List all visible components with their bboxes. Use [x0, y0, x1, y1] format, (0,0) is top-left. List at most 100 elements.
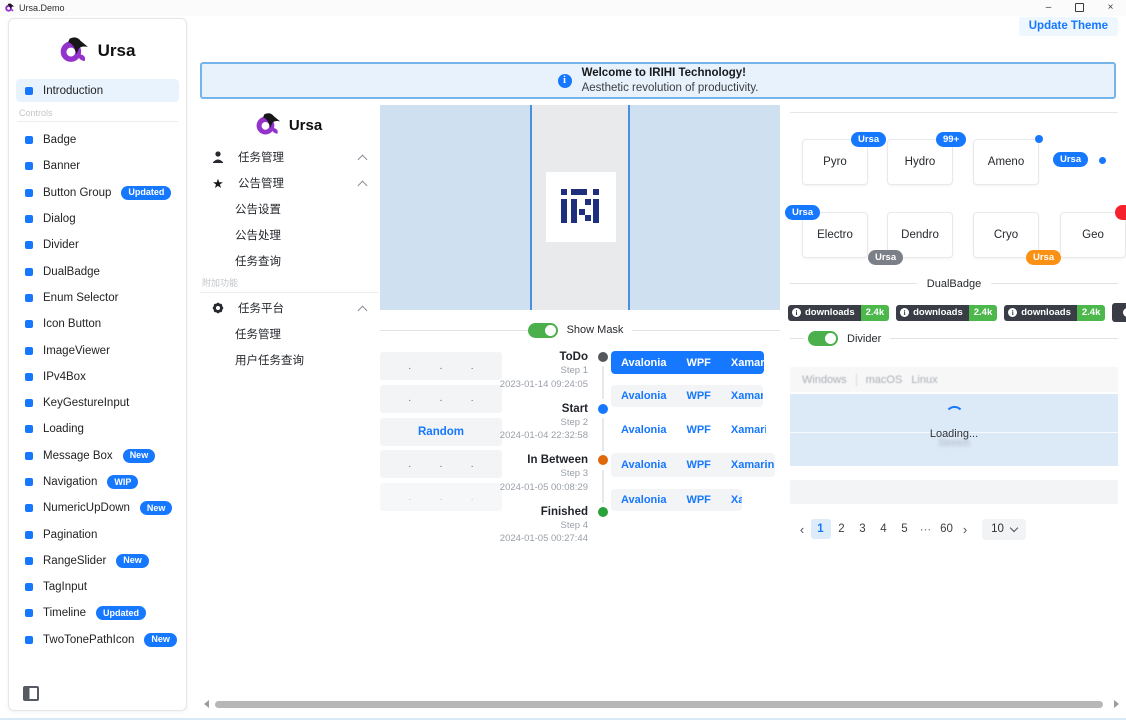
menu-item-announcement-settings[interactable]: 公告设置	[200, 196, 378, 222]
show-mask-toggle[interactable]	[528, 323, 558, 338]
sidebar-collapse-icon[interactable]	[23, 686, 39, 701]
pagination-page-3[interactable]: 3	[853, 519, 873, 539]
image-viewer[interactable]	[380, 105, 780, 310]
welcome-banner: i Welcome to IRIHI Technology! Aesthetic…	[200, 62, 1116, 99]
sidebar-item-timeline[interactable]: TimelineUpdated	[9, 600, 186, 626]
menu-item-user-task-query[interactable]: 用户任务查询	[200, 347, 378, 373]
minimize-button[interactable]: –	[1033, 0, 1064, 15]
sidebar-item-badge-pill: New	[140, 501, 173, 515]
wpf-button[interactable]: WPF	[676, 489, 720, 511]
pagination-page-60[interactable]: 60	[937, 519, 957, 539]
close-button[interactable]: ×	[1095, 0, 1126, 15]
dual-badge: idownloads2.4k	[1004, 305, 1105, 321]
menu-item-task-query[interactable]: 任务查询	[200, 248, 378, 274]
xamarin-button[interactable]: Xamarin	[721, 419, 766, 441]
divider-line	[790, 112, 1118, 113]
sidebar-item-pagination[interactable]: Pagination	[9, 521, 186, 547]
bullet-icon	[25, 478, 33, 486]
sidebar-item-message-box[interactable]: Message BoxNew	[9, 443, 186, 469]
random-button[interactable]: Random	[380, 418, 502, 446]
page-size-dropdown[interactable]: 10	[982, 519, 1026, 540]
pagination-page-1[interactable]: 1	[811, 519, 831, 539]
info-icon: i	[558, 74, 572, 88]
horizontal-scrollbar-thumb[interactable]	[215, 701, 1103, 708]
wpf-button[interactable]: WPF	[676, 453, 720, 477]
tab-windows[interactable]: Windows	[802, 374, 847, 386]
sidebar-item-button-group[interactable]: Button GroupUpdated	[9, 180, 186, 206]
pagination-page-4[interactable]: 4	[874, 519, 894, 539]
ipv4-input[interactable]: ...	[380, 352, 502, 380]
xamarin-button[interactable]: Xamarin	[721, 351, 764, 374]
pagination-page-5[interactable]: 5	[895, 519, 915, 539]
pagination-page-2[interactable]: 2	[832, 519, 852, 539]
menu-section-extras: 附加功能	[200, 276, 378, 293]
badge-pill-99plus: 99+	[936, 132, 966, 147]
ipv4-input[interactable]: ...	[380, 385, 502, 413]
wpf-button[interactable]: WPF	[676, 351, 720, 374]
toggle-knob	[545, 325, 556, 336]
menu-item-task-management[interactable]: 任务管理	[200, 321, 378, 347]
avalonia-button[interactable]: Avalonia	[611, 489, 676, 511]
sidebar-item-introduction[interactable]: Introduction	[16, 79, 179, 102]
window-title: Ursa.Demo	[19, 3, 65, 13]
dualbadge-divider: DualBadge	[790, 276, 1118, 291]
tab-linux[interactable]: Linux	[911, 374, 937, 386]
timeline-item-finished: Finished Step 4 2024-01-05 00:27:44	[496, 505, 612, 546]
nav-menu-brand: Ursa	[200, 106, 378, 144]
wpf-button[interactable]: WPF	[676, 419, 720, 441]
avalonia-button[interactable]: Avalonia	[611, 351, 676, 374]
sidebar-item-imageviewer[interactable]: ImageViewer	[9, 337, 186, 363]
hscroll-left-arrow[interactable]	[204, 700, 209, 708]
timeline-item-todo: ToDo Step 1 2023-01-14 09:24:05	[496, 350, 612, 391]
info-icon: i	[900, 308, 909, 317]
sidebar-item-divider[interactable]: Divider	[9, 232, 186, 258]
avalonia-button[interactable]: Avalonia	[611, 385, 676, 407]
sidebar-item-numericupdown[interactable]: NumericUpDownNew	[9, 495, 186, 521]
banner-subtitle: Aesthetic revolution of productivity.	[582, 81, 759, 96]
maximize-button[interactable]	[1064, 0, 1095, 15]
avalonia-button[interactable]: Avalonia	[611, 419, 676, 441]
sidebar-item-navigation[interactable]: NavigationWIP	[9, 469, 186, 495]
sidebar-item-dialog[interactable]: Dialog	[9, 206, 186, 232]
xamarin-button[interactable]: Xamarin	[721, 453, 775, 477]
menu-group-task-platform[interactable]: 任务平台	[200, 295, 378, 321]
badge-dot	[1099, 157, 1106, 164]
sidebar-item-taginput[interactable]: TagInput	[9, 574, 186, 600]
xamarin-button[interactable]: Xamarin	[721, 385, 763, 407]
loading-tabs-bar: Windows macOS Linux	[790, 367, 1118, 392]
divider-label: Divider	[847, 333, 881, 345]
info-icon: i	[792, 308, 801, 317]
pagination-ellipsis[interactable]: ⋯	[916, 519, 936, 539]
ipv4-input[interactable]: ...	[380, 450, 502, 478]
irihi-logo-image	[546, 172, 616, 242]
sidebar-item-keygestureinput[interactable]: KeyGestureInput	[9, 390, 186, 416]
page-size-value: 10	[991, 523, 1004, 535]
divider-toggle[interactable]	[808, 331, 838, 346]
timeline-connector	[602, 366, 604, 399]
menu-group-announcement[interactable]: ★ 公告管理	[200, 170, 378, 196]
sidebar-item-badge[interactable]: Badge	[9, 127, 186, 153]
sidebar-item-dualbadge[interactable]: DualBadge	[9, 258, 186, 284]
timeline-dot	[598, 404, 608, 414]
xamarin-button[interactable]: Xamarin	[721, 489, 742, 511]
sidebar-item-ipv4box[interactable]: IPv4Box	[9, 364, 186, 390]
avalonia-button[interactable]: Avalonia	[611, 453, 676, 477]
pagination-prev[interactable]: ‹	[794, 522, 810, 537]
restore-icon	[1075, 3, 1084, 12]
tab-macos[interactable]: macOS	[866, 374, 903, 386]
pagination-next[interactable]: ›	[957, 522, 973, 537]
menu-item-announcement-handling[interactable]: 公告处理	[200, 222, 378, 248]
sidebar-item-enum-selector[interactable]: Enum Selector	[9, 285, 186, 311]
sidebar-item-banner[interactable]: Banner	[9, 153, 186, 179]
menu-group-task-management[interactable]: 任务管理	[200, 144, 378, 170]
star-icon: ★	[210, 177, 226, 190]
update-theme-button[interactable]: Update Theme	[1019, 17, 1118, 36]
sidebar-item-rangeslider[interactable]: RangeSliderNew	[9, 548, 186, 574]
sidebar-item-twotonepathicon[interactable]: TwoTonePathIconNew	[9, 627, 186, 653]
sidebar-item-icon-button[interactable]: Icon Button	[9, 311, 186, 337]
wpf-button[interactable]: WPF	[676, 385, 720, 407]
hscroll-right-arrow[interactable]	[1114, 700, 1119, 708]
sidebar-item-loading[interactable]: Loading	[9, 416, 186, 442]
bullet-icon	[25, 347, 33, 355]
sidebar-brand: Ursa	[9, 33, 186, 69]
